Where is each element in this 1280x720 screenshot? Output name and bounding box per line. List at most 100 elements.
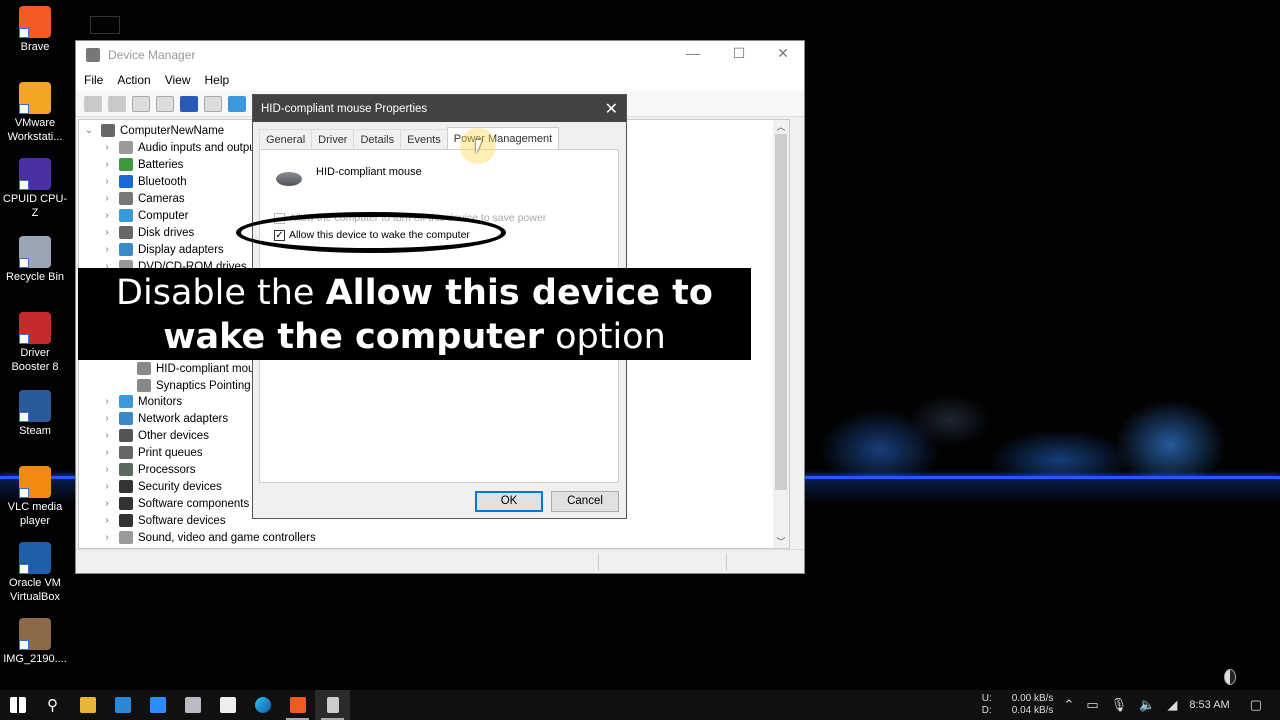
chevron-right-icon[interactable]: ›: [101, 481, 113, 492]
chevron-right-icon[interactable]: ›: [101, 210, 113, 221]
volume-icon[interactable]: 🔈: [1139, 697, 1155, 713]
desktop-icon[interactable]: VLC media player: [2, 466, 68, 528]
mouse-icon: [276, 172, 302, 186]
chevron-right-icon[interactable]: ›: [101, 244, 113, 255]
tree-root-label: ComputerNewName: [120, 124, 225, 137]
menu-help[interactable]: Help: [205, 73, 230, 87]
device-category-icon: [119, 158, 133, 171]
chevron-right-icon[interactable]: ›: [101, 447, 113, 458]
tab-events[interactable]: Events: [400, 129, 448, 149]
tree-item[interactable]: › Audio inputs and outpu: [101, 139, 256, 156]
tree-item[interactable]: › Processors: [101, 461, 196, 478]
close-button[interactable]: ✕: [761, 45, 805, 65]
chevron-right-icon[interactable]: ›: [101, 430, 113, 441]
windows-icon: [9, 697, 26, 713]
scroll-up-icon[interactable]: ︿: [773, 120, 789, 133]
tab-details[interactable]: Details: [353, 129, 402, 149]
vertical-scrollbar[interactable]: ︿ ﹀: [773, 120, 789, 548]
tree-item[interactable]: › Bluetooth: [101, 173, 187, 190]
scan-hardware-icon[interactable]: [228, 95, 246, 112]
back-arrow-icon[interactable]: [84, 95, 102, 112]
tree-item[interactable]: › Monitors: [101, 393, 182, 410]
scrollbar-thumb[interactable]: [775, 134, 787, 490]
chevron-right-icon[interactable]: ›: [101, 176, 113, 187]
tree-item-label: Processors: [138, 463, 196, 476]
tree-item[interactable]: › Display adapters: [101, 241, 224, 258]
search-button[interactable]: ⚲: [35, 690, 70, 720]
tree-root[interactable]: ⌄ ComputerNewName: [83, 122, 224, 139]
clock[interactable]: 8:53 AM: [1189, 699, 1229, 711]
minimize-button[interactable]: —: [671, 45, 715, 65]
start-button[interactable]: [0, 690, 35, 720]
chevron-right-icon[interactable]: ›: [101, 515, 113, 526]
tree-item[interactable]: › Software devices: [101, 512, 226, 529]
caption-bold-text: Allow this device to: [325, 273, 713, 313]
tree-item[interactable]: › Sound, video and game controllers: [101, 529, 316, 546]
forward-arrow-icon[interactable]: [108, 95, 126, 112]
tree-item[interactable]: › Batteries: [101, 156, 183, 173]
menu-view[interactable]: View: [165, 73, 191, 87]
help-icon[interactable]: [180, 95, 198, 112]
taskbar-store[interactable]: [210, 690, 245, 720]
desktop-icon[interactable]: Brave: [2, 6, 68, 54]
menu-file[interactable]: File: [84, 73, 103, 87]
chevron-down-icon[interactable]: ⌄: [83, 125, 95, 136]
ok-button[interactable]: OK: [475, 491, 543, 512]
wifi-icon[interactable]: ◢: [1167, 697, 1177, 713]
tree-item-label: Display adapters: [138, 243, 224, 256]
desktop-icon[interactable]: VMware Workstati...: [2, 82, 68, 144]
tree-item[interactable]: HID-compliant mou: [119, 360, 254, 377]
notification-icon[interactable]: ▢: [1250, 697, 1262, 713]
action-pane-icon[interactable]: [204, 95, 222, 112]
taskbar-file-explorer[interactable]: [70, 690, 105, 720]
chevron-right-icon[interactable]: ›: [101, 532, 113, 543]
tab-driver[interactable]: Driver: [311, 129, 355, 149]
chevron-right-icon[interactable]: ›: [101, 396, 113, 407]
properties-icon[interactable]: [156, 95, 174, 112]
taskbar-mail[interactable]: [105, 690, 140, 720]
microphone-icon[interactable]: 🎙: [1111, 697, 1128, 713]
taskbar-device-manager[interactable]: [315, 690, 350, 720]
device-category-icon: [119, 412, 133, 425]
tree-item[interactable]: › Other devices: [101, 427, 209, 444]
chevron-right-icon[interactable]: ›: [101, 498, 113, 509]
taskbar-remote-desktop[interactable]: [175, 690, 210, 720]
chevron-right-icon[interactable]: ›: [101, 159, 113, 170]
desktop-icon[interactable]: Recycle Bin: [2, 236, 68, 284]
chevron-right-icon[interactable]: ›: [101, 142, 113, 153]
desktop-icon[interactable]: Steam: [2, 390, 68, 438]
tree-item[interactable]: › Security devices: [101, 478, 222, 495]
desktop-icon[interactable]: IMG_2190....: [2, 618, 68, 666]
tree-item[interactable]: Synaptics Pointing D: [119, 377, 262, 394]
battery-icon[interactable]: ▭: [1086, 697, 1098, 713]
tree-item[interactable]: › Computer: [101, 207, 189, 224]
dialog-close-button[interactable]: ✕: [605, 99, 618, 119]
chevron-right-icon[interactable]: ›: [101, 464, 113, 475]
taskbar-brave[interactable]: [280, 690, 315, 720]
brightness-icon[interactable]: [1224, 669, 1236, 685]
menu-action[interactable]: Action: [117, 73, 150, 87]
chevron-right-icon[interactable]: ›: [101, 227, 113, 238]
chevron-right-icon[interactable]: ›: [101, 193, 113, 204]
tree-item[interactable]: › Print queues: [101, 444, 203, 461]
chevron-up-icon[interactable]: ⌃: [1063, 697, 1074, 713]
mouse-cursor-icon: [476, 140, 488, 154]
taskbar-zoom[interactable]: [140, 690, 175, 720]
tree-item[interactable]: › Disk drives: [101, 224, 194, 241]
tree-item[interactable]: › Software components: [101, 495, 249, 512]
device-category-icon: [119, 243, 133, 256]
desktop-icon[interactable]: CPUID CPU-Z: [2, 158, 68, 220]
tree-item[interactable]: › Cameras: [101, 190, 185, 207]
scroll-down-icon[interactable]: ﹀: [773, 535, 789, 548]
tree-item[interactable]: › Network adapters: [101, 410, 228, 427]
maximize-button[interactable]: ☐: [717, 45, 761, 65]
desktop-icon[interactable]: Oracle VM VirtualBox: [2, 542, 68, 604]
chevron-right-icon[interactable]: ›: [101, 413, 113, 424]
tab-general[interactable]: General: [259, 129, 313, 149]
cancel-button[interactable]: Cancel: [551, 491, 619, 512]
show-hide-console-tree-icon[interactable]: [132, 95, 150, 112]
desktop-icon-label: Steam: [19, 425, 51, 437]
desktop-icon[interactable]: Driver Booster 8: [2, 312, 68, 374]
taskbar-edge[interactable]: [245, 690, 280, 720]
shortcut-arrow-icon: [19, 334, 29, 344]
